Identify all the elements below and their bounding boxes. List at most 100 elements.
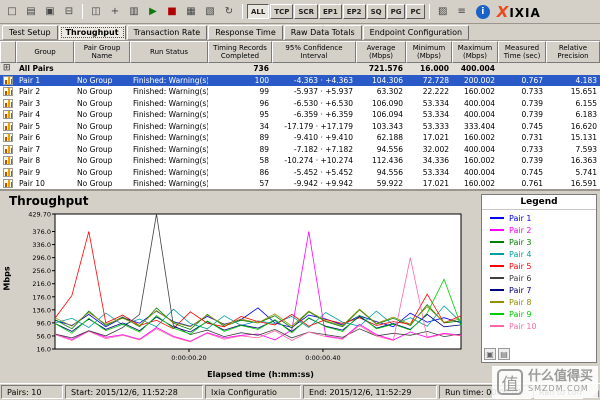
mode-button-sq[interactable]: SQ [367, 4, 386, 19]
mode-button-ep1[interactable]: EP1 [319, 4, 342, 19]
pair-name: Pair 4 [16, 109, 74, 121]
table-row-pair-6[interactable]: Pair 6 No Group Finished: Warning(s) 89 … [0, 132, 600, 144]
pair-group: No Group [74, 178, 130, 190]
stop-test-icon[interactable]: ■ [163, 3, 181, 21]
minimum: 53.334 [406, 109, 452, 121]
maximum: 400.004 [452, 98, 498, 110]
mode-button-ep2[interactable]: EP2 [343, 4, 366, 19]
mode-button-pc[interactable]: PC [406, 4, 424, 19]
pair-group: No Group [74, 121, 130, 133]
pair-chart-icon [3, 110, 13, 119]
tab-throughput[interactable]: Throughput [59, 25, 126, 40]
average: 63.302 [356, 86, 406, 98]
svg-text:96.0: 96.0 [37, 319, 51, 327]
timing-records: 100 [208, 75, 272, 87]
line-swatch-icon [490, 289, 504, 291]
add-pair-icon[interactable]: + [106, 3, 124, 21]
chart-view-icon[interactable]: ▧ [201, 3, 219, 21]
table-row-pair-4[interactable]: Pair 4 No Group Finished: Warning(s) 95 … [0, 109, 600, 121]
open-test-icon[interactable]: ▤ [22, 3, 40, 21]
relative-precision: 15.131 [546, 132, 600, 144]
header-pair-group-name[interactable]: Pair Group Name [74, 41, 130, 63]
svg-text:336.0: 336.0 [32, 241, 51, 249]
line-swatch-icon [490, 325, 504, 327]
measured-time: 0.761 [498, 178, 546, 190]
table-row-pair-7[interactable]: Pair 7 No Group Finished: Warning(s) 89 … [0, 144, 600, 156]
header-icon-col [0, 41, 16, 63]
tab-raw-data-totals[interactable]: Raw Data Totals [284, 25, 362, 40]
header-relative-precision[interactable]: Relative Precision [546, 41, 600, 63]
run-status: Finished: Warning(s) [130, 144, 208, 156]
tab-endpoint-configuration[interactable]: Endpoint Configuration [363, 25, 469, 40]
legend-item-pair-2: Pair 2 [482, 224, 596, 236]
report-icon[interactable]: ▦ [182, 3, 200, 21]
edit-pair-icon[interactable]: ▥ [125, 3, 143, 21]
table-row-pair-1[interactable]: Pair 1 No Group Finished: Warning(s) 100… [0, 75, 600, 87]
header-timing-records[interactable]: Timing Records Completed [208, 41, 272, 63]
script-icon[interactable]: ≡ [453, 3, 471, 21]
run-status: Finished: Warning(s) [130, 121, 208, 133]
info-icon[interactable]: i [476, 5, 490, 19]
throughput-chart[interactable]: 429.70376.0336.0296.0256.0216.0176.0136.… [15, 209, 478, 370]
header-group[interactable]: Group [16, 41, 74, 63]
pair-group: No Group [74, 132, 130, 144]
tab-transaction-rate[interactable]: Transaction Rate [127, 25, 208, 40]
average: 59.922 [356, 178, 406, 190]
run-test-icon[interactable]: ▶ [144, 3, 162, 21]
table-row-pair-5[interactable]: Pair 5 No Group Finished: Warning(s) 34 … [0, 121, 600, 133]
svg-text:296.0: 296.0 [32, 254, 51, 262]
header-run-status[interactable]: Run Status [130, 41, 208, 63]
mode-button-scr[interactable]: SCR [294, 4, 318, 19]
table-row-pair-2[interactable]: Pair 2 No Group Finished: Warning(s) 99 … [0, 86, 600, 98]
toolbar-separator [242, 4, 243, 19]
chart-zoom-icon[interactable]: ▣ [484, 348, 496, 360]
maximum: 400.004 [452, 109, 498, 121]
table-row-all-pairs[interactable]: ⊞ All Pairs 736 721.576 16.000 400.004 [0, 63, 600, 75]
maximum: 400.004 [452, 63, 498, 75]
maximum: 400.004 [452, 167, 498, 179]
confidence-interval: -4.363 · +4.363 [272, 75, 356, 87]
mode-button-pg[interactable]: PG [387, 4, 406, 19]
timing-records: 89 [208, 132, 272, 144]
svg-text:176.0: 176.0 [32, 293, 51, 301]
mode-button-all[interactable]: ALL [247, 4, 269, 19]
header-measured-time[interactable]: Measured Time (sec) [498, 41, 546, 63]
chart-options-icon[interactable]: ▤ [498, 348, 510, 360]
tab-test-setup[interactable]: Test Setup [2, 25, 58, 40]
status-end-time: End: 2015/12/6, 11:52:29 [303, 385, 437, 399]
minimum: 17.021 [406, 132, 452, 144]
svg-text:0:00:00.40: 0:00:00.40 [305, 354, 340, 362]
pair-chart-icon [3, 168, 13, 177]
svg-text:16.0: 16.0 [37, 346, 51, 354]
print-icon[interactable]: ⊟ [60, 3, 78, 21]
legend-item-pair-4: Pair 4 [482, 248, 596, 260]
legend-item-pair-5: Pair 5 [482, 260, 596, 272]
average: 62.188 [356, 132, 406, 144]
new-test-icon[interactable]: □ [3, 3, 21, 21]
average: 104.306 [356, 75, 406, 87]
line-swatch-icon [490, 301, 504, 303]
header-maximum[interactable]: Maximum (Mbps) [452, 41, 498, 63]
mode-button-tcp[interactable]: TCP [270, 4, 293, 19]
table-row-pair-3[interactable]: Pair 3 No Group Finished: Warning(s) 96 … [0, 98, 600, 110]
refresh-icon[interactable]: ↻ [220, 3, 238, 21]
pair-chart-icon [3, 87, 13, 96]
tab-response-time[interactable]: Response Time [208, 25, 283, 40]
header-minimum[interactable]: Minimum (Mbps) [406, 41, 452, 63]
header-confidence-interval[interactable]: 95% Confidence Interval [272, 41, 356, 63]
confidence-interval: -9.942 · +9.942 [272, 178, 356, 190]
relative-precision: 16.591 [546, 178, 600, 190]
average: 106.094 [356, 109, 406, 121]
table-row-pair-9[interactable]: Pair 9 No Group Finished: Warning(s) 86 … [0, 167, 600, 179]
svg-text:429.70: 429.70 [28, 211, 51, 219]
header-average[interactable]: Average (Mbps) [356, 41, 406, 63]
average: 94.556 [356, 144, 406, 156]
console-icon[interactable]: ▨ [434, 3, 452, 21]
confidence-interval: -6.359 · +6.359 [272, 109, 356, 121]
measured-time: 0.733 [498, 144, 546, 156]
table-row-pair-10[interactable]: Pair 10 No Group Finished: Warning(s) 57… [0, 178, 600, 190]
toolbar-separator [429, 4, 430, 19]
save-test-icon[interactable]: ▣ [41, 3, 59, 21]
table-row-pair-8[interactable]: Pair 8 No Group Finished: Warning(s) 58 … [0, 155, 600, 167]
copy-icon[interactable]: ◫ [87, 3, 105, 21]
